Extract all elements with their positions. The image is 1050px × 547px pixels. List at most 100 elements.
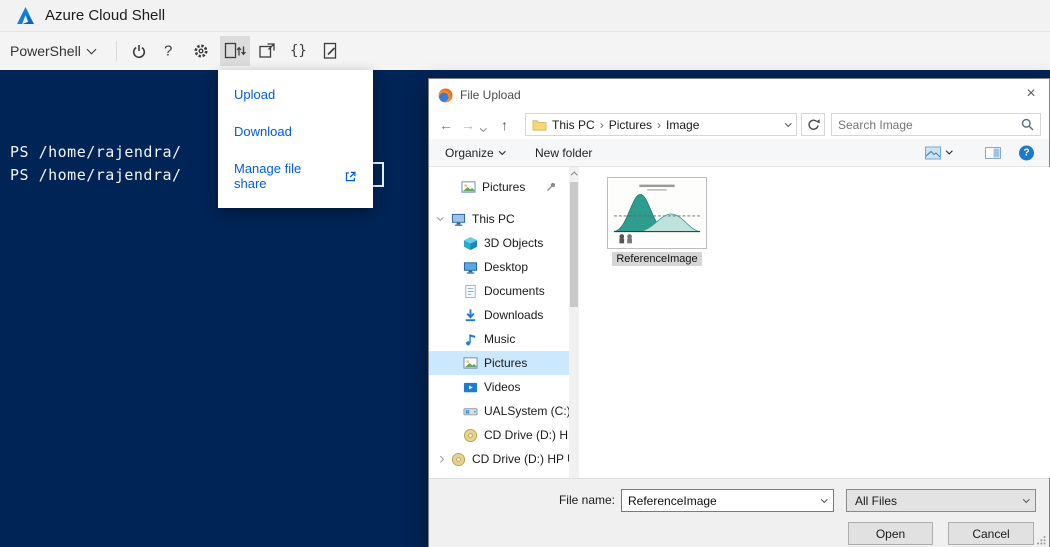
menu-item-manage-file-share[interactable]: Manage file share (218, 150, 373, 202)
change-view-button[interactable] (925, 146, 953, 159)
preview-pane-button[interactable] (985, 146, 1001, 159)
view-thumbnails-icon (925, 146, 941, 159)
scrollbar-thumb[interactable] (570, 182, 578, 307)
navigation-bar: ← → ↑ This PC › Pictures › Image (429, 111, 1049, 139)
terminal-prompt-line: PS /home/rajendra/ (10, 143, 182, 161)
shell-selector[interactable]: PowerShell (10, 43, 97, 59)
sidebar-item-downloads[interactable]: Downloads (429, 303, 569, 327)
web-preview-button[interactable] (322, 42, 340, 60)
file-list[interactable]: ReferenceImage (579, 167, 1050, 478)
file-name-dropdown-button[interactable] (816, 490, 833, 511)
sidebar-item-documents[interactable]: Documents (429, 279, 569, 303)
recent-locations-button[interactable] (480, 117, 487, 133)
search-box (831, 113, 1041, 136)
cd-drive-icon (451, 452, 466, 466)
organize-label: Organize (445, 145, 494, 160)
breadcrumb-separator: › (657, 117, 662, 132)
refresh-button[interactable] (801, 113, 825, 136)
scrollbar-up-arrow[interactable] (569, 167, 579, 180)
file-name-input[interactable] (622, 493, 816, 508)
resize-grip[interactable] (1036, 535, 1046, 545)
download-icon (465, 308, 476, 321)
chevron-down-icon (86, 44, 97, 55)
breadcrumb-pictures[interactable]: Pictures (609, 118, 652, 132)
sidebar-item-music[interactable]: Music (429, 327, 569, 351)
forward-icon: → (461, 117, 475, 133)
sidebar-item-label: Downloads (484, 308, 544, 322)
sidebar-item-pictures[interactable]: Pictures (429, 351, 569, 375)
flatten-curve-thumbnail-image (610, 180, 704, 246)
new-session-button[interactable] (258, 42, 276, 60)
menu-item-label: Download (234, 124, 292, 139)
videos-icon (463, 382, 478, 392)
settings-button[interactable] (192, 42, 210, 60)
pin-icon (547, 182, 556, 191)
open-editor-button[interactable]: {} (290, 43, 307, 59)
back-icon: ← (439, 117, 453, 133)
sidebar-item-ualsystem-c[interactable]: UALSystem (C:) (429, 399, 569, 423)
sidebar-item-3d-objects[interactable]: 3D Objects (429, 231, 569, 255)
help-icon: ? (1019, 145, 1034, 160)
file-type-dropdown-button[interactable] (1018, 490, 1035, 511)
cancel-button-label: Cancel (972, 526, 1010, 541)
file-name-combo (621, 489, 834, 512)
music-note-icon (466, 333, 476, 345)
menu-item-label: Manage file share (234, 161, 302, 191)
menu-item-upload[interactable]: Upload (218, 76, 373, 113)
sidebar-item-label: CD Drive (D:) HP (484, 428, 569, 442)
file-name-label: ReferenceImage (612, 252, 702, 266)
external-link-icon (345, 171, 356, 181)
sidebar-item-label: Pictures (482, 180, 526, 194)
app-title: Azure Cloud Shell (45, 7, 166, 24)
address-bar[interactable]: This PC › Pictures › Image (525, 113, 797, 136)
new-session-icon (259, 43, 275, 58)
sidebar-item-desktop[interactable]: Desktop (429, 255, 569, 279)
chevron-down-icon (1023, 495, 1030, 503)
upload-download-button[interactable] (220, 36, 250, 66)
file-type-value: All Files (855, 493, 898, 508)
sidebar-item-label: 3D Objects (484, 236, 544, 250)
address-dropdown-icon[interactable] (784, 119, 791, 127)
sidebar-item-label: Desktop (484, 260, 529, 274)
help-button[interactable]: ? (164, 43, 172, 60)
screen: Azure Cloud Shell PowerShell ? {} PS /ho… (0, 0, 1050, 547)
cancel-button[interactable]: Cancel (948, 522, 1034, 545)
system-drive-icon (463, 407, 478, 415)
sidebar-scrollbar[interactable] (569, 167, 579, 478)
dialog-footer: File name: All Files Open Cancel (429, 478, 1049, 547)
azure-logo-icon (17, 7, 34, 24)
dialog-title: File Upload (460, 88, 521, 102)
preview-pane-icon (985, 146, 1001, 159)
search-input[interactable] (838, 117, 1021, 132)
sidebar-item-cd-drive-d[interactable]: CD Drive (D:) HP (429, 423, 569, 447)
file-type-select[interactable]: All Files (846, 489, 1036, 512)
file-upload-dialog: File Upload × ← → ↑ This PC › Pictures ›… (428, 78, 1050, 547)
breadcrumb-image[interactable]: Image (666, 118, 699, 132)
up-one-level-button[interactable]: ↑ (501, 117, 508, 133)
desktop-icon (463, 261, 478, 274)
command-bar: Organize New folder ? (429, 139, 1049, 167)
sidebar-item-pictures-quickaccess[interactable]: Pictures (429, 175, 569, 199)
chevron-right-icon (437, 455, 444, 463)
new-folder-button[interactable]: New folder (535, 146, 592, 160)
open-button[interactable]: Open (848, 522, 933, 545)
shell-toolbar: PowerShell ? {} (0, 32, 1050, 70)
firefox-icon (438, 88, 453, 102)
restart-shell-button[interactable] (130, 42, 148, 60)
toolbar-divider (116, 41, 117, 61)
sidebar-item-this-pc[interactable]: This PC (429, 207, 569, 231)
breadcrumb-this-pc[interactable]: This PC (552, 118, 595, 132)
new-folder-label: New folder (535, 145, 593, 160)
dialog-titlebar[interactable]: File Upload × (429, 79, 1049, 111)
forward-button[interactable]: → (461, 117, 475, 133)
braces-icon: {} (290, 43, 307, 59)
menu-item-download[interactable]: Download (218, 113, 373, 150)
sidebar-item-videos[interactable]: Videos (429, 375, 569, 399)
organize-button[interactable]: Organize (445, 145, 506, 160)
back-button[interactable]: ← (439, 117, 453, 133)
dialog-help-button[interactable]: ? (1019, 145, 1034, 160)
file-item-referenceimage[interactable]: ReferenceImage (605, 177, 709, 266)
close-button[interactable]: × (1015, 81, 1047, 107)
sidebar-item-cd-drive-d-root[interactable]: CD Drive (D:) HP U (429, 447, 569, 471)
sidebar-item-label: UALSystem (C:) (484, 404, 569, 418)
